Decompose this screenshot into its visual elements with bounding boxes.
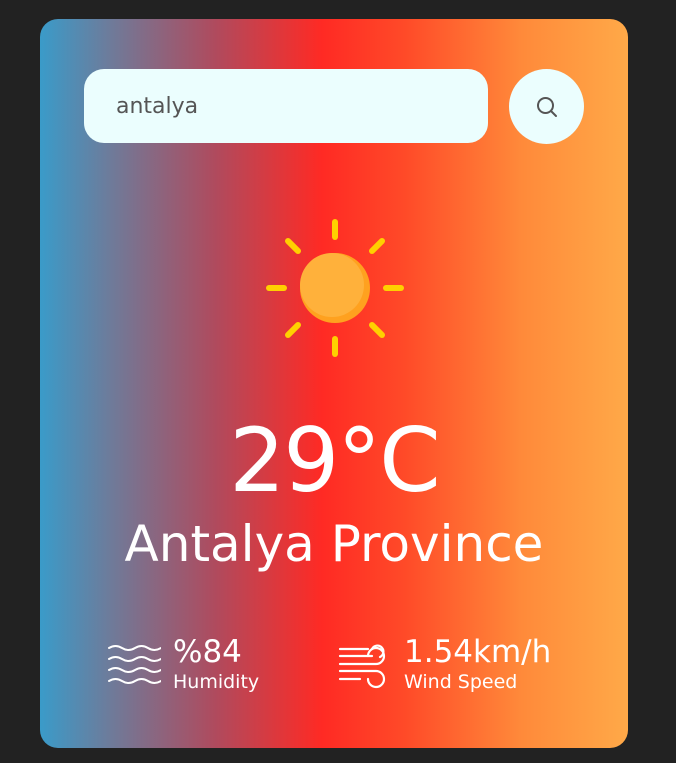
humidity-text: %84 Humidity [173, 634, 259, 694]
humidity-label: Humidity [173, 671, 260, 693]
search-icon [536, 96, 557, 117]
city-name: Antalya Province [124, 515, 544, 573]
search-button[interactable] [509, 69, 584, 144]
sun-icon [264, 217, 406, 359]
search-input[interactable] [84, 69, 488, 143]
weather-card: 29°C Antalya Province %84 Humidity [40, 19, 628, 748]
humidity-detail: %84 Humidity [107, 634, 259, 694]
wind-value: 1.54km/h [404, 634, 552, 670]
wind-detail: 1.54km/h Wind Speed [338, 634, 551, 694]
waves-icon [108, 645, 161, 684]
wind-text: 1.54km/h Wind Speed [404, 634, 551, 694]
wind-icon [338, 644, 386, 689]
wind-label: Wind Speed [404, 671, 518, 693]
temperature: 29°C [229, 409, 440, 512]
humidity-value: %84 [173, 634, 242, 670]
